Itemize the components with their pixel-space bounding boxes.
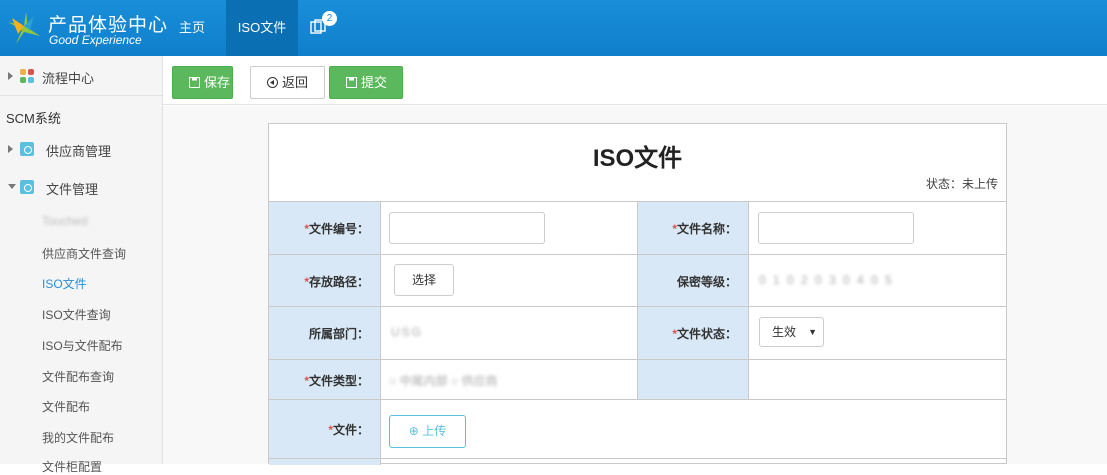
department-label: 所属部门： [308,327,369,341]
col-divider [748,201,749,399]
caret-right-icon [8,72,13,80]
nav-messages[interactable]: 2 [310,0,340,56]
sidebar-item-flow-center[interactable]: 流程中心 [0,56,163,96]
back-button[interactable]: 返回 [250,66,325,99]
save-icon [189,77,200,88]
storage-path-label: *存放路径： [304,275,369,289]
form-title: ISO文件 [592,145,683,172]
upload-label: 上传 [422,424,447,438]
sidebar-item-label: 供应商管理 [46,144,112,159]
sidebar-item-supplier-mgmt[interactable]: 供应商管理 [0,134,163,168]
submit-button[interactable]: 提交 [329,66,403,99]
secrecy-level-label: 保密等级： [676,275,737,289]
save-button[interactable]: 保存 [172,66,233,99]
back-label: 返回 [282,75,309,90]
sidebar-item-label: 文件管理 [46,182,99,197]
top-bar: 产品体验中心 Good Experience 主页 ISO文件 2 [0,0,1107,56]
sidebar-subitem-distribution[interactable]: 文件配布 [42,398,90,415]
sidebar-subitem-iso-distribution[interactable]: ISO与文件配布 [42,337,123,354]
sidebar-item-label: 流程中心 [42,71,95,86]
sidebar-section-title: SCM系统 [6,111,61,126]
logo-icon [8,12,40,44]
upload-button[interactable]: ⊕ 上传 [389,415,466,448]
chevron-down-icon: ▼ [808,327,817,337]
file-no-label: *文件编号： [304,222,369,236]
caret-down-icon [8,184,16,189]
flow-center-icon [20,69,34,83]
module-icon [20,142,34,156]
sidebar-subitem-iso-file[interactable]: ISO文件 [42,275,87,292]
caret-right-icon [8,145,13,153]
file-status-label: *文件状态： [672,327,737,341]
submit-icon [346,77,357,88]
message-count-badge: 2 [322,11,337,26]
sidebar-subitem-supplier-file-query[interactable]: 供应商文件查询 [42,245,126,262]
content-area: ISO文件 状态：未上传 *文件编号： *文件名称： *存放路径： 选择 保密等… [163,106,1107,465]
sidebar-subitem[interactable]: Touched [42,214,87,228]
back-icon [267,77,278,88]
iso-file-form: ISO文件 状态：未上传 *文件编号： *文件名称： *存放路径： 选择 保密等… [268,123,1007,465]
brand-slogan: Good Experience [49,33,142,47]
file-type-label: *文件类型： [304,374,369,388]
file-label: *文件： [328,423,369,437]
nav-iso-file[interactable]: ISO文件 [226,0,298,56]
plus-circle-icon: ⊕ [408,424,419,438]
sidebar-subitem-my-distribution[interactable]: 我的文件配布 [42,429,114,446]
sidebar-item-file-mgmt[interactable]: 文件管理 [0,170,163,204]
sidebar: 流程中心 SCM系统 供应商管理 文件管理 Touched 供应商文件查询 IS… [0,56,163,474]
col-divider [380,201,381,465]
module-icon [20,180,34,194]
upload-status: 状态：未上传 [925,177,998,191]
file-status-select[interactable]: 生效 ▼ [759,317,824,347]
sidebar-subitem-iso-file-query[interactable]: ISO文件查询 [42,306,111,323]
nav-home[interactable]: 主页 [179,0,205,56]
choose-path-button[interactable]: 选择 [394,264,454,296]
department-value: USG [391,325,424,339]
file-no-input[interactable] [389,212,545,244]
file-type-radios[interactable]: ○ 中尾内部 ○ 供应商 [389,372,498,389]
save-label: 保存 [204,75,231,90]
file-name-label: *文件名称： [672,222,737,236]
submit-label: 提交 [361,75,388,90]
sidebar-subitem-cabinet-config[interactable]: 文件柜配置 [42,458,102,475]
toolbar: 保存 返回 提交 [163,56,1107,105]
file-name-input[interactable] [758,212,914,244]
sidebar-subitem-distribution-query[interactable]: 文件配布查询 [42,368,114,385]
file-status-value: 生效 [772,325,797,339]
secrecy-level-options[interactable]: 0 1 0 2 0 3 0 4 0 5 [759,273,894,287]
